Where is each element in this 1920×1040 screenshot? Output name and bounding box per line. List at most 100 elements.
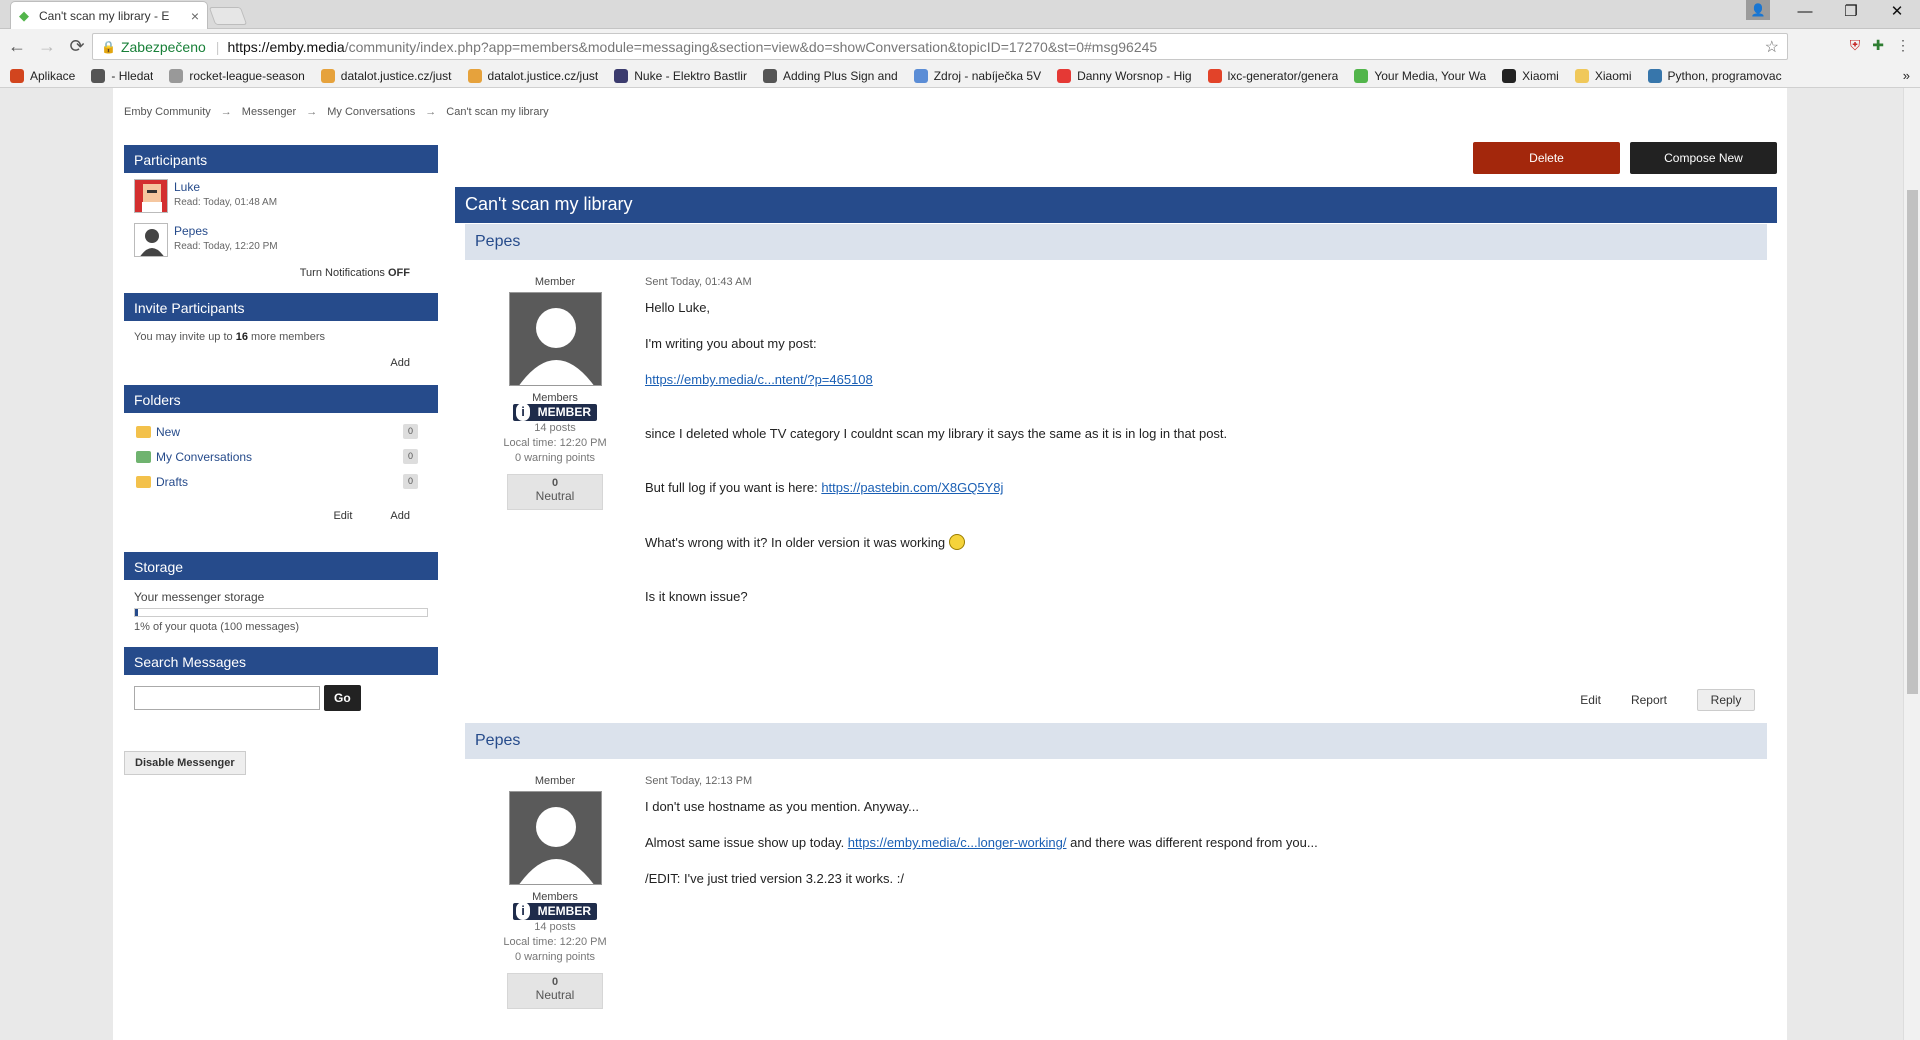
menu-icon[interactable]: ⋮ (1896, 37, 1910, 54)
divider: | (215, 38, 220, 55)
folder-drafts[interactable]: Drafts 0 (124, 469, 438, 494)
author-group: Members (532, 891, 578, 903)
new-tab-button[interactable] (208, 7, 248, 25)
delete-button[interactable]: Delete (1473, 142, 1620, 174)
bookmark-label: Nuke - Elektro Bastlir (634, 68, 747, 83)
edit-link[interactable]: Edit (1580, 693, 1601, 707)
participant-name[interactable]: Pepes (174, 224, 278, 238)
close-window-button[interactable]: ✕ (1874, 0, 1920, 24)
bookmark-item[interactable]: datalot.justice.cz/just (320, 68, 452, 83)
participant-read-time: Read: Today, 12:20 PM (174, 241, 278, 252)
author-avatar[interactable] (508, 292, 602, 386)
participant-name[interactable]: Luke (174, 180, 277, 194)
browser-tab[interactable]: ◆ Can't scan my library - E × (10, 1, 208, 29)
post-author-name[interactable]: Pepes (465, 723, 1767, 759)
folder-my-conversations[interactable]: My Conversations 0 (124, 444, 438, 469)
storage-progress-bar (134, 608, 428, 617)
bookmark-item[interactable]: Xiaomi (1502, 68, 1559, 83)
bookmark-item[interactable]: - Hledat (91, 68, 153, 83)
author-post-count: 14 posts (534, 921, 576, 933)
message-line: Is it known issue? (645, 589, 748, 604)
author-avatar[interactable] (508, 791, 602, 885)
search-go-button[interactable]: Go (324, 685, 361, 711)
back-button[interactable]: ← (2, 36, 32, 57)
sidebar: Participants Luke Read: Today, 01:48 AM … (124, 145, 438, 775)
bookmark-item[interactable]: Xiaomi (1574, 68, 1632, 83)
bookmark-star-icon[interactable]: ☆ (1765, 37, 1779, 57)
puzzle-extension-icon[interactable]: ✚ (1872, 37, 1884, 54)
bookmark-label: Xiaomi (1594, 68, 1632, 83)
bookmark-item[interactable]: Danny Worsnop - Hig (1057, 68, 1192, 83)
post-link[interactable]: https://emby.media/c...ntent/?p=465108 (645, 372, 873, 387)
post-author-name[interactable]: Pepes (465, 224, 1767, 260)
invite-add-link[interactable]: Add (124, 357, 438, 369)
message-line: What's wrong with it? In older version i… (645, 534, 1757, 551)
shield-extension-icon[interactable]: ⛨ (1850, 37, 1861, 54)
reload-button[interactable]: ⟳ (62, 36, 92, 57)
disable-messenger-button[interactable]: Disable Messenger (124, 751, 246, 775)
folder-count: 0 (403, 449, 418, 464)
gitlab-icon (1207, 68, 1222, 83)
github-icon (1502, 68, 1517, 83)
bookmark-label: Python, programovac (1667, 68, 1782, 83)
scrollbar-thumb[interactable] (1907, 190, 1918, 694)
browser-toolbar: ← → ⟳ 🔒 Zabezpečeno | https://emby.media… (0, 29, 1920, 64)
page-scrollbar[interactable] (1903, 88, 1920, 1040)
folder-name[interactable]: Drafts (156, 475, 403, 489)
bookmark-item[interactable]: Zdroj - nabíječka 5V (913, 68, 1042, 83)
author-role: Member (534, 775, 576, 787)
folder-icon (136, 425, 151, 438)
bookmark-item[interactable]: rocket-league-season (169, 68, 305, 83)
profile-icon[interactable]: 👤 (1746, 0, 1770, 20)
author-local-time: Local time: 12:20 PM (503, 936, 607, 948)
bookmark-label: datalot.justice.cz/just (487, 68, 599, 83)
search-input[interactable] (134, 686, 320, 710)
bookmark-item[interactable]: Python, programovac (1647, 68, 1782, 83)
message-line: since I deleted whole TV category I coul… (645, 426, 1228, 441)
compose-new-button[interactable]: Compose New (1630, 142, 1777, 174)
folder-edit-link[interactable]: Edit (333, 510, 352, 522)
bookmark-item[interactable]: Nuke - Elektro Bastlir (614, 68, 747, 83)
report-link[interactable]: Report (1631, 693, 1667, 707)
storage-label: Your messenger storage (134, 590, 265, 604)
justice-icon (320, 68, 335, 83)
breadcrumb-emby-community[interactable]: Emby Community (124, 106, 211, 118)
bookmark-label: datalot.justice.cz/just (340, 68, 452, 83)
extensions-area: ⛨ ✚ ⋮ (1850, 37, 1910, 54)
folder-new[interactable]: New 0 (124, 419, 438, 444)
bookmarks-overflow-icon[interactable]: » (1903, 68, 1910, 83)
breadcrumb-messenger[interactable]: Messenger (242, 106, 296, 118)
bookmark-item[interactable]: Adding Plus Sign and (762, 68, 898, 83)
bookmark-item[interactable]: Your Media, Your Wa (1354, 68, 1486, 83)
bookmark-item[interactable]: Aplikace (10, 68, 75, 83)
justice-icon (467, 68, 482, 83)
python-icon (1647, 68, 1662, 83)
breadcrumb-my-conversations[interactable]: My Conversations (327, 106, 415, 118)
tab-close-icon[interactable]: × (191, 8, 199, 24)
invite-count: 16 (235, 331, 248, 343)
reply-button[interactable]: Reply (1697, 689, 1755, 711)
forward-button[interactable]: → (32, 36, 62, 57)
avatar[interactable] (134, 179, 168, 213)
bookmark-label: rocket-league-season (189, 68, 305, 83)
author-info: Member Members MEMBER 14 posts Local tim… (465, 260, 645, 721)
restore-button[interactable]: ❐ (1828, 0, 1874, 24)
post-link[interactable]: https://emby.media/c...longer-working/ (848, 835, 1067, 850)
folder-name[interactable]: New (156, 425, 403, 439)
folder-add-link[interactable]: Add (390, 510, 410, 522)
avatar[interactable] (134, 223, 168, 257)
folder-name[interactable]: My Conversations (156, 450, 403, 464)
participant-read-time: Read: Today, 01:48 AM (174, 197, 278, 208)
bookmark-label: Zdroj - nabíječka 5V (933, 68, 1042, 83)
window-controls: — ❐ ✕ (1782, 0, 1920, 24)
folders-heading: Folders (124, 385, 438, 413)
message-line: I'm writing you about my post: (645, 336, 817, 351)
minimize-button[interactable]: — (1782, 0, 1828, 24)
bookmark-label: Danny Worsnop - Hig (1077, 68, 1192, 83)
bookmark-item[interactable]: datalot.justice.cz/just (467, 68, 599, 83)
address-bar[interactable]: 🔒 Zabezpečeno | https://emby.media /comm… (92, 33, 1788, 60)
notifications-toggle[interactable]: Turn Notifications OFF (124, 267, 438, 279)
bookmark-item[interactable]: lxc-generator/genera (1207, 68, 1338, 83)
pastebin-link[interactable]: https://pastebin.com/X8GQ5Y8j (821, 480, 1003, 495)
message-content: Sent Today, 12:13 PM I don't use hostnam… (645, 759, 1767, 1009)
